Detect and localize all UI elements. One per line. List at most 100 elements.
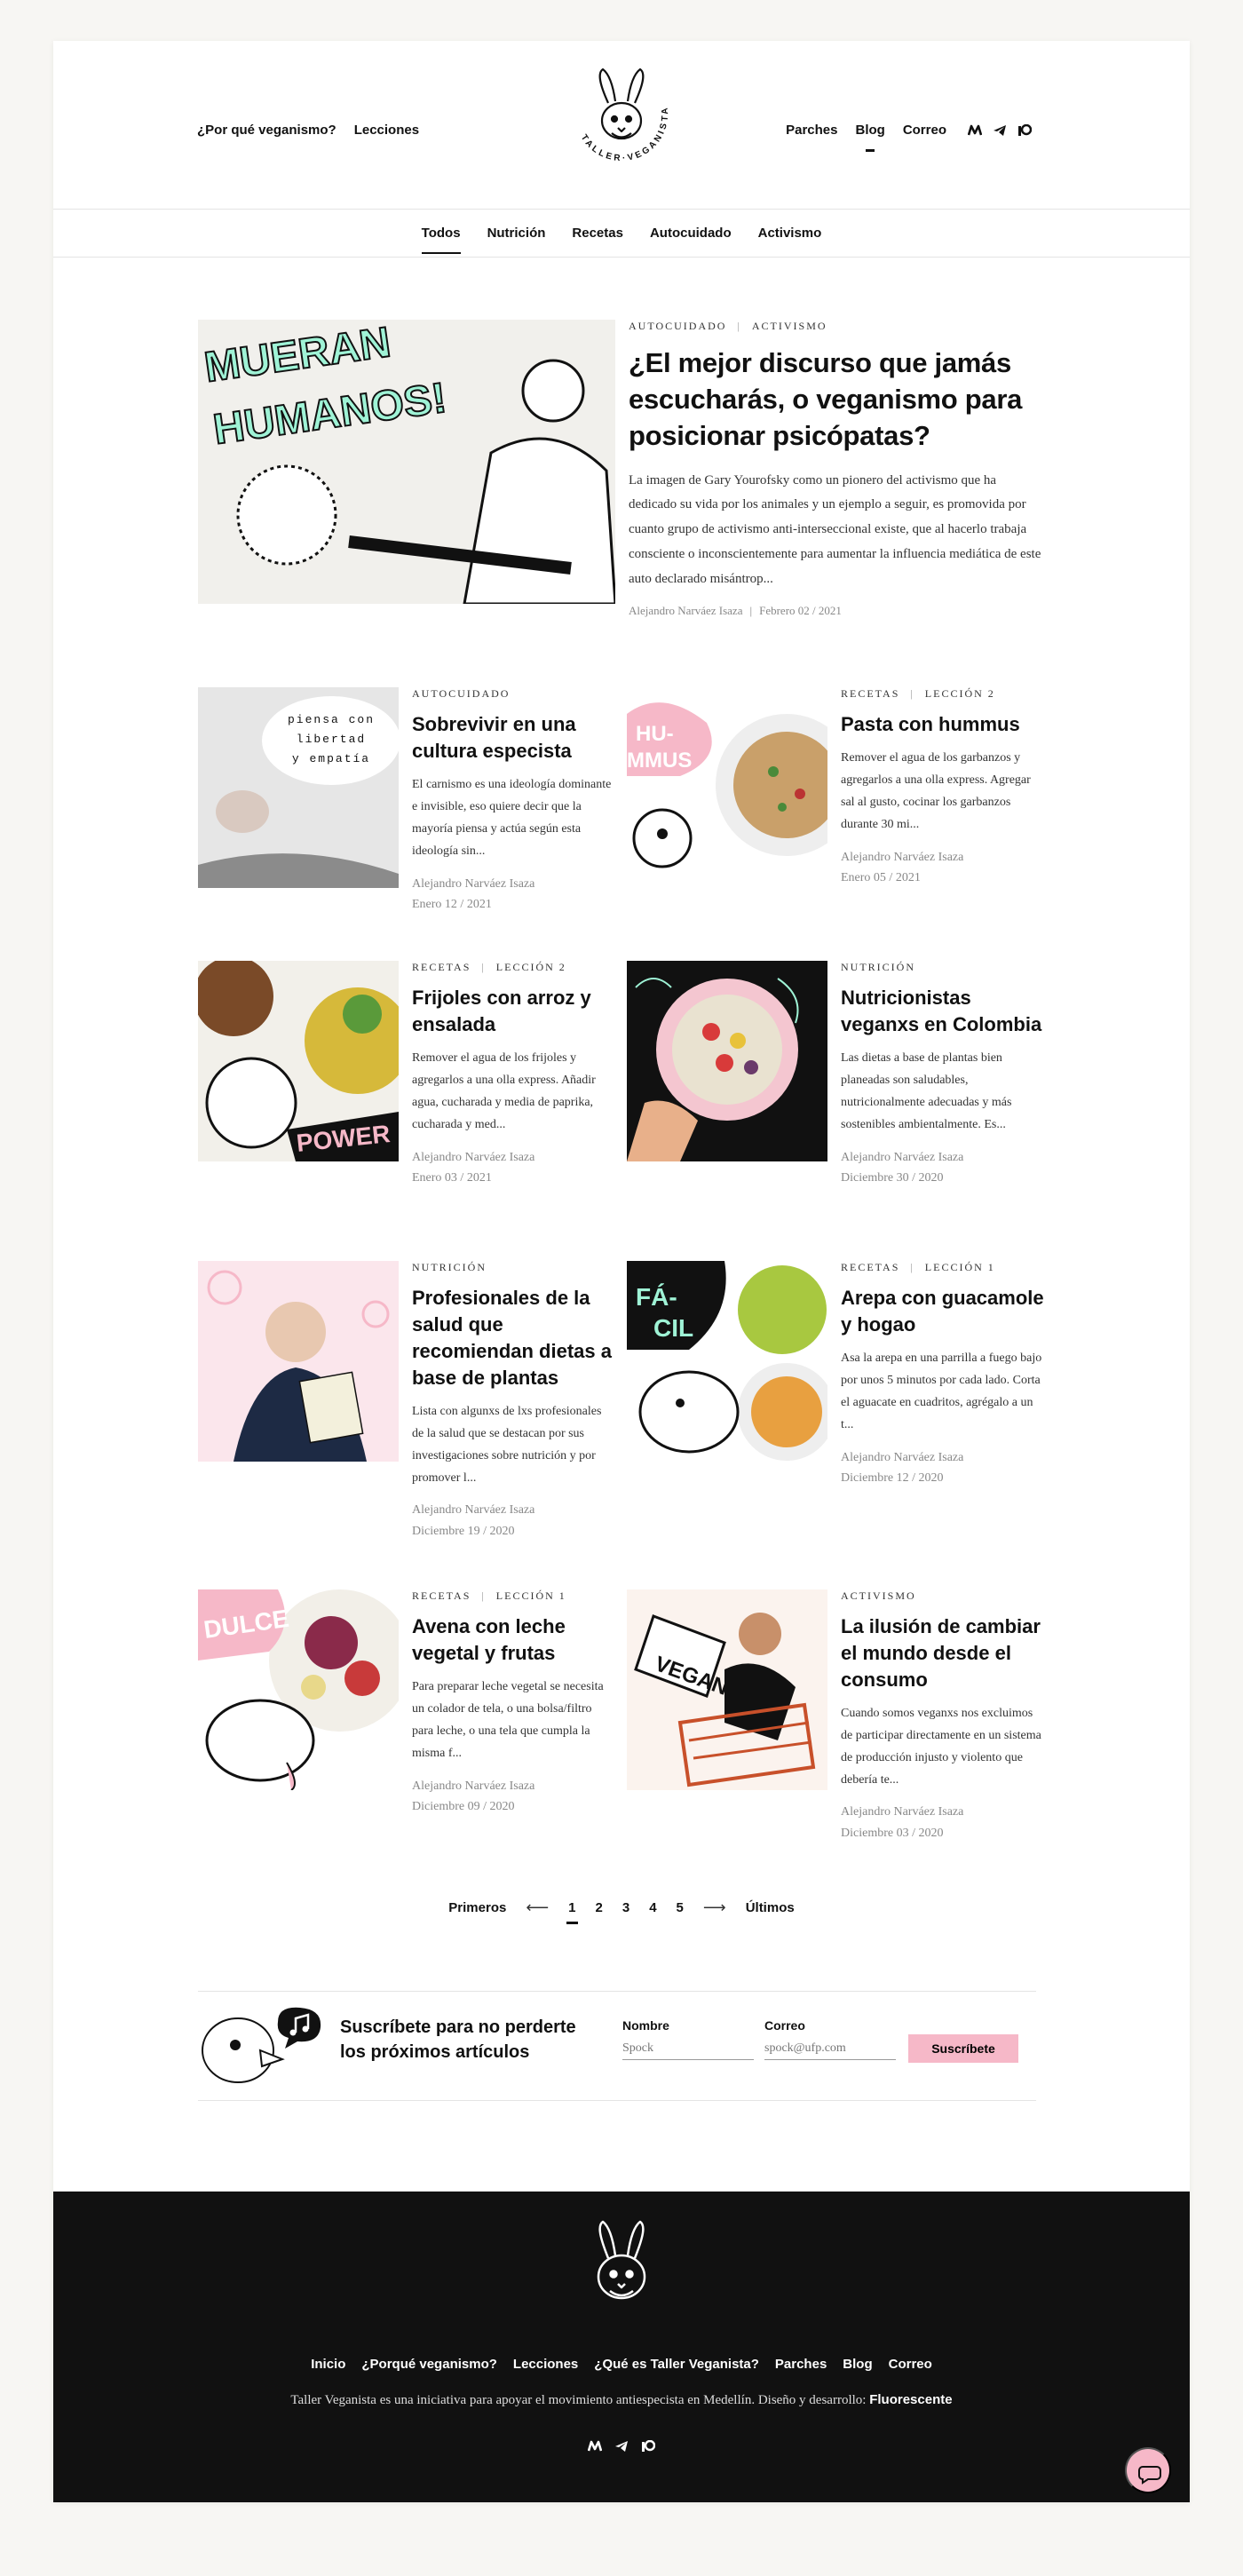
post-author: Alejandro Narváez Isaza xyxy=(412,1779,535,1793)
post-tag[interactable]: Autocuidado xyxy=(412,687,510,700)
post-tag[interactable]: Autocuidado xyxy=(629,320,726,332)
post-author: Alejandro Narváez Isaza xyxy=(412,876,535,891)
footer-credit-link[interactable]: Fluorescente xyxy=(869,2392,952,2407)
post-card-excerpt: El carnismo es una ideología dominante e… xyxy=(412,777,612,859)
post-card-image[interactable] xyxy=(627,961,827,1161)
pagination-page[interactable]: 4 xyxy=(649,1900,656,1915)
footer-link-why-veganism[interactable]: ¿Porqué veganismo? xyxy=(361,2357,497,2372)
footer-logo[interactable] xyxy=(573,2218,670,2316)
post-card-meta: Alejandro Narváez Isaza Enero 12 / 2021 xyxy=(412,874,615,916)
subscribe-button[interactable]: Suscríbete xyxy=(908,2034,1018,2063)
featured-post-tags: Autocuidado | Activismo xyxy=(629,320,827,332)
post-tag[interactable]: Lección 2 xyxy=(496,961,566,973)
nav-link-patches[interactable]: Parches xyxy=(786,123,837,138)
email-field: Correo xyxy=(764,2018,896,2060)
post-tag[interactable]: Recetas xyxy=(841,1261,899,1273)
site-logo[interactable]: TALLER·VEGANISTA xyxy=(564,57,679,172)
pagination-page[interactable]: 1 xyxy=(566,1900,578,1924)
post-card-title[interactable]: La ilusión de cambiar el mundo desde el … xyxy=(841,1613,1044,1693)
arrow-left-icon[interactable]: ⟵ xyxy=(526,1898,549,1917)
post-card-title[interactable]: Arepa con guacamole y hogao xyxy=(841,1285,1044,1338)
post-tag[interactable]: Lección 1 xyxy=(496,1589,566,1602)
post-card-title[interactable]: Avena con leche vegetal y frutas xyxy=(412,1613,615,1667)
svg-text:MMUS: MMUS xyxy=(627,749,692,773)
post-author: Alejandro Narváez Isaza xyxy=(629,604,743,618)
nav-link-why-veganism[interactable]: ¿Por qué veganismo? xyxy=(197,123,336,138)
telegram-icon[interactable] xyxy=(993,124,1007,137)
nav-link-blog[interactable]: Blog xyxy=(855,123,885,152)
post-tag[interactable]: Nutrición xyxy=(841,961,915,973)
post-card-meta: Alejandro Narváez Isaza Enero 03 / 2021 xyxy=(412,1147,615,1190)
category-tab-selfcare[interactable]: Autocuidado xyxy=(650,226,732,241)
post-card-excerpt: Cuando somos veganxs nos excluimos de pa… xyxy=(841,1706,1041,1787)
post-card-meta: Alejandro Narváez Isaza Enero 05 / 2021 xyxy=(841,847,1044,890)
category-tab-activism[interactable]: Activismo xyxy=(758,226,822,241)
telegram-icon[interactable] xyxy=(614,2440,629,2453)
footer-link-home[interactable]: Inicio xyxy=(311,2357,345,2372)
patreon-icon[interactable] xyxy=(1017,123,1032,137)
post-card-image[interactable]: VEGAN xyxy=(627,1589,827,1790)
category-tab-all[interactable]: Todos xyxy=(421,226,461,254)
post-date: Diciembre 30 / 2020 xyxy=(841,1171,944,1185)
medium-icon[interactable] xyxy=(968,124,982,137)
post-card-title[interactable]: Pasta con hummus xyxy=(841,711,1044,738)
post-card-tags: Nutrición xyxy=(841,961,1044,974)
pagination-first[interactable]: Primeros xyxy=(448,1900,506,1915)
footer-link-blog[interactable]: Blog xyxy=(843,2357,872,2372)
pagination-page[interactable]: 2 xyxy=(596,1900,603,1915)
post-date: Diciembre 19 / 2020 xyxy=(412,1525,515,1539)
post-card-image[interactable]: piensa con libertad y empatía xyxy=(198,687,399,888)
post-date: Diciembre 09 / 2020 xyxy=(412,1800,515,1814)
chat-button[interactable] xyxy=(1125,2447,1171,2493)
nav-link-mail[interactable]: Correo xyxy=(903,123,946,138)
post-card-meta: Alejandro Narváez Isaza Diciembre 12 / 2… xyxy=(841,1447,1044,1490)
category-tab-recipes[interactable]: Recetas xyxy=(572,226,623,241)
post-date: Enero 03 / 2021 xyxy=(412,1171,492,1185)
post-card-image[interactable]: HU- MMUS xyxy=(627,687,827,888)
featured-post-title[interactable]: ¿El mejor discurso que jamás escucharás,… xyxy=(629,345,1046,455)
post-tag[interactable]: Lección 2 xyxy=(925,687,995,700)
medium-icon[interactable] xyxy=(588,2440,602,2453)
post-card-meta: Alejandro Narváez Isaza Diciembre 19 / 2… xyxy=(412,1500,615,1542)
post-card-image[interactable]: POWER xyxy=(198,961,399,1161)
post-card-image[interactable]: FÁ- CIL xyxy=(627,1261,827,1462)
email-label: Correo xyxy=(764,2018,805,2033)
post-author: Alejandro Narváez Isaza xyxy=(841,1450,964,1464)
post-tag[interactable]: Recetas xyxy=(412,1589,471,1602)
post-author: Alejandro Narváez Isaza xyxy=(841,1805,964,1819)
post-author: Alejandro Narváez Isaza xyxy=(412,1150,535,1164)
post-tag[interactable]: Recetas xyxy=(841,687,899,700)
name-input[interactable] xyxy=(622,2038,754,2060)
post-tag[interactable]: Activismo xyxy=(841,1589,916,1602)
footer-link-about[interactable]: ¿Qué es Taller Veganista? xyxy=(594,2357,759,2372)
footer-link-patches[interactable]: Parches xyxy=(775,2357,827,2372)
patreon-icon[interactable] xyxy=(641,2440,655,2453)
pagination-page[interactable]: 3 xyxy=(622,1900,629,1915)
footer-link-mail[interactable]: Correo xyxy=(889,2357,932,2372)
post-tag[interactable]: Lección 1 xyxy=(925,1261,995,1273)
pagination-last[interactable]: Últimos xyxy=(746,1900,795,1915)
post-card-image[interactable]: DULCE xyxy=(198,1589,399,1790)
post-card-tags: Recetas | Lección 1 xyxy=(841,1261,995,1273)
featured-post-meta: Alejandro Narváez Isaza | Febrero 02 / 202… xyxy=(629,604,842,618)
footer-credit-text: Taller Veganista es una iniciativa para … xyxy=(290,2393,867,2407)
primary-nav-left: ¿Por qué veganismo? Lecciones xyxy=(197,123,419,138)
post-card-title[interactable]: Frijoles con arroz y ensalada xyxy=(412,985,615,1038)
arrow-right-icon[interactable]: ⟶ xyxy=(703,1898,726,1917)
post-card-image[interactable] xyxy=(198,1261,399,1462)
category-tab-nutrition[interactable]: Nutrición xyxy=(487,226,546,241)
footer-nav: Inicio ¿Porqué veganismo? Lecciones ¿Qué… xyxy=(53,2357,1190,2372)
post-card-title[interactable]: Profesionales de la salud que recomienda… xyxy=(412,1285,615,1391)
post-tag[interactable]: Recetas xyxy=(412,961,471,973)
email-input[interactable] xyxy=(764,2038,896,2060)
footer-link-lessons[interactable]: Lecciones xyxy=(513,2357,578,2372)
post-tag[interactable]: Nutrición xyxy=(412,1261,487,1273)
post-card-title[interactable]: Sobrevivir en una cultura especista xyxy=(412,711,615,765)
post-card-meta: Alejandro Narváez Isaza Diciembre 09 / 2… xyxy=(412,1776,615,1819)
post-tag[interactable]: Activismo xyxy=(752,320,827,332)
post-card-title[interactable]: Nutricionistas veganxs en Colombia xyxy=(841,985,1044,1038)
featured-post-image[interactable]: MUERAN HUMANOS! xyxy=(198,320,615,604)
nav-link-lessons[interactable]: Lecciones xyxy=(354,123,419,138)
post-card-excerpt: Remover el agua de los frijoles y agrega… xyxy=(412,1050,596,1132)
pagination-page[interactable]: 5 xyxy=(677,1900,684,1915)
